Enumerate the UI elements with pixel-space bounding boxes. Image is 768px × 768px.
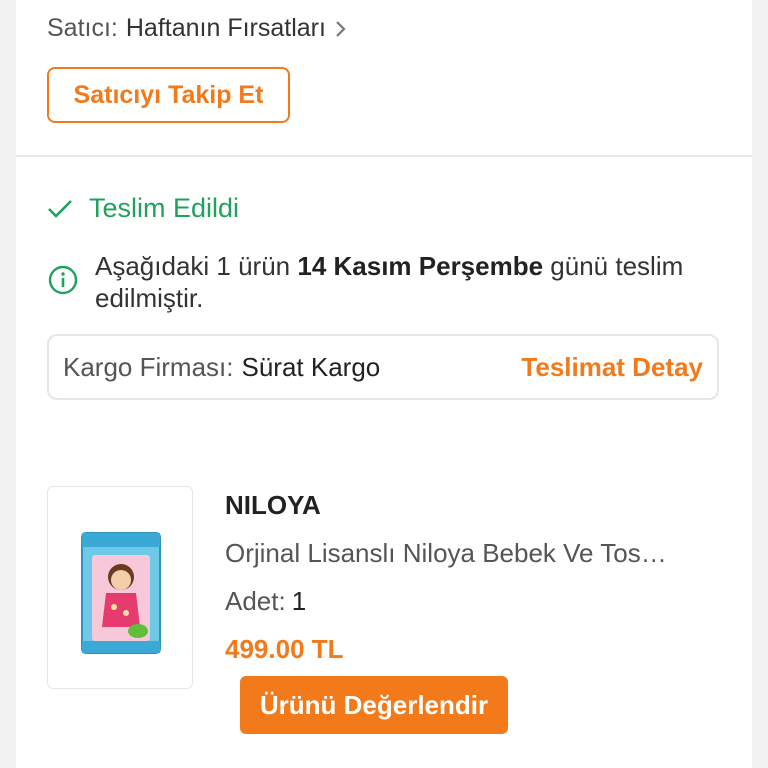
seller-label: Satıcı:: [47, 14, 118, 42]
quantity-value: 1: [291, 586, 307, 616]
delivery-status-label: Teslim Edildi: [89, 193, 240, 223]
delivery-info: Aşağıdaki 1 ürün 14 Kasım Perşembe günü …: [47, 250, 727, 314]
rate-product-button[interactable]: Ürünü Değerlendir: [240, 676, 508, 734]
quantity-label: Adet:: [225, 586, 286, 616]
product-brand: NILOYA: [225, 490, 321, 520]
divider: [16, 155, 752, 157]
chevron-right-icon: [336, 20, 346, 37]
product-price: 499.00 TL: [225, 634, 344, 664]
info-icon: [48, 265, 78, 295]
delivery-status: Teslim Edildi: [47, 193, 239, 224]
order-card: Satıcı: Haftanın Fırsatları Satıcıyı Tak…: [16, 0, 752, 768]
product-name[interactable]: Orjinal Lisanslı Niloya Bebek Ve Tos…: [225, 538, 705, 569]
product-image[interactable]: [47, 486, 193, 689]
cargo-company: Kargo Firması: Sürat Kargo: [63, 352, 380, 383]
cargo-name: Sürat Kargo: [241, 351, 381, 382]
seller-name: Haftanın Fırsatları: [125, 14, 326, 42]
product-quantity: Adet: 1: [225, 586, 306, 617]
delivery-detail-link[interactable]: Teslimat Detay: [521, 352, 703, 383]
delivery-date: 14 Kasım Perşembe: [297, 251, 544, 281]
cargo-label: Kargo Firması:: [63, 351, 234, 382]
cargo-box: Kargo Firması: Sürat Kargo Teslimat Detay: [47, 334, 719, 400]
doll-box-illustration: [81, 532, 161, 654]
follow-seller-button[interactable]: Satıcıyı Takip Et: [47, 67, 290, 123]
delivery-info-text: Aşağıdaki 1 ürün 14 Kasım Perşembe günü …: [95, 250, 727, 314]
check-icon: [48, 199, 72, 218]
seller-link[interactable]: Satıcı: Haftanın Fırsatları: [47, 14, 348, 43]
info-text-pre: Aşağıdaki 1 ürün: [95, 251, 298, 281]
